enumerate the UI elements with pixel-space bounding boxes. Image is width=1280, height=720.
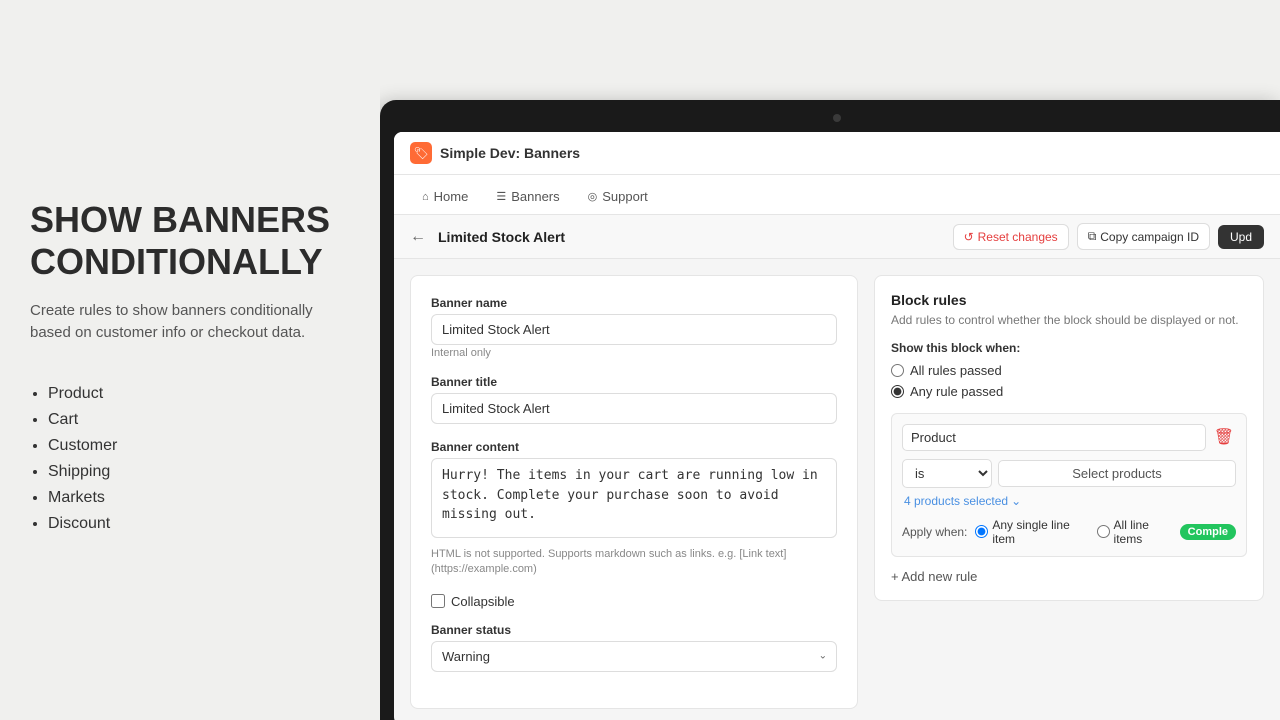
app-title: Simple Dev: Banners [440,145,580,161]
rules-title: Block rules [891,292,1247,308]
any-rule-radio[interactable] [891,385,904,398]
heading: SHOW BANNERS CONDITIONALLY [30,199,350,282]
banner-status-select-wrap: Warning Info Success Error ⌄ [431,641,837,672]
rules-card: Block rules Add rules to control whether… [874,275,1264,601]
support-icon: ◎ [588,190,598,203]
all-rules-radio[interactable] [891,364,904,377]
chevron-down-icon: ⌄ [1011,494,1021,508]
add-rule-button[interactable]: + Add new rule [891,569,977,584]
banner-content-input[interactable]: Hurry! The items in your cart are runnin… [431,458,837,538]
copy-icon: ⧉ [1088,229,1097,244]
complete-badge: Comple [1180,524,1236,540]
right-panel: 🏷 Simple Dev: Banners ⌂ Home ☰ Banners ◎… [380,0,1280,720]
home-icon: ⌂ [422,191,429,203]
rule-type-select[interactable]: Product Cart Customer Shipping Markets D… [902,424,1206,451]
app-content: Banner name Internal only Banner title B… [394,259,1280,720]
select-products-button[interactable]: Select products [998,460,1236,487]
app-topbar: 🏷 Simple Dev: Banners [394,132,1280,175]
rules-panel: Block rules Add rules to control whether… [874,275,1264,709]
apply-when-row: Apply when: Any single line item All lin… [902,518,1236,546]
apply-single-radio[interactable] [975,525,988,538]
show-when-radio-group: All rules passed Any rule passed [891,363,1247,399]
list-item-discount: Discount [48,515,350,533]
list-item-product: Product [48,385,350,403]
reset-button[interactable]: ↺ Reset changes [953,224,1069,250]
left-panel: SHOW BANNERS CONDITIONALLY Create rules … [0,0,380,720]
banner-status-group: Banner status Warning Info Success Error… [431,623,837,672]
apply-all-items: All line items [1097,518,1172,546]
products-selected-link[interactable]: 4 products selected ⌄ [902,494,1236,508]
banner-content-group: Banner content Hurry! The items in your … [431,440,837,578]
rule-condition-block: Product Cart Customer Shipping Markets D… [891,413,1247,557]
update-button[interactable]: Upd [1218,225,1264,249]
tablet-frame: 🏷 Simple Dev: Banners ⌂ Home ☰ Banners ◎… [380,100,1280,720]
banner-status-label: Banner status [431,623,837,637]
form-panel: Banner name Internal only Banner title B… [410,275,858,709]
rule-operator-row: is is not Select products [902,459,1236,488]
banner-status-select[interactable]: Warning Info Success Error [431,641,837,672]
reset-icon: ↺ [964,230,974,244]
list-item-customer: Customer [48,437,350,455]
rule-type-row: Product Cart Customer Shipping Markets D… [902,424,1236,451]
camera-dot [833,114,841,122]
nav-support[interactable]: ◎ Support [576,183,660,214]
operator-select[interactable]: is is not [902,459,992,488]
all-rules-label: All rules passed [910,363,1002,378]
nav-banners[interactable]: ☰ Banners [484,183,571,214]
list-item-markets: Markets [48,489,350,507]
app-toolbar: ← Limited Stock Alert ↺ Reset changes ⧉ … [394,215,1280,259]
tablet-inner: 🏷 Simple Dev: Banners ⌂ Home ☰ Banners ◎… [394,132,1280,720]
any-rule-label: Any rule passed [910,384,1003,399]
banners-icon: ☰ [496,190,506,203]
banner-title-group: Banner title [431,375,837,424]
copy-campaign-button[interactable]: ⧉ Copy campaign ID [1077,223,1210,250]
delete-rule-button[interactable]: 🗑 [1212,427,1236,447]
apply-single-item: Any single line item [975,518,1082,546]
description: Create rules to show banners conditional… [30,300,350,345]
banner-title-label: Banner title [431,375,837,389]
banner-content-label: Banner content [431,440,837,454]
banner-content-hint: HTML is not supported. Supports markdown… [431,547,837,578]
banner-name-hint: Internal only [431,347,837,359]
apply-radio-group: Any single line item All line items [975,518,1171,546]
collapsible-label: Collapsible [451,594,515,609]
apply-when-label: Apply when: [902,525,967,539]
radio-all-rules: All rules passed [891,363,1247,378]
rules-desc: Add rules to control whether the block s… [891,312,1247,329]
collapsible-checkbox[interactable] [431,594,445,608]
banner-name-label: Banner name [431,296,837,310]
collapsible-row: Collapsible [431,594,837,609]
radio-any-rule: Any rule passed [891,384,1247,399]
app-icon: 🏷 [410,142,432,164]
apply-all-radio[interactable] [1097,525,1110,538]
banner-name-input[interactable] [431,314,837,345]
list-item-shipping: Shipping [48,463,350,481]
feature-list: Product Cart Customer Shipping Markets D… [30,385,350,541]
show-when-label: Show this block when: [891,341,1247,355]
app-nav: ⌂ Home ☰ Banners ◎ Support [394,175,1280,215]
nav-home[interactable]: ⌂ Home [410,183,480,214]
banner-name-group: Banner name Internal only [431,296,837,359]
list-item-cart: Cart [48,411,350,429]
banner-title-input[interactable] [431,393,837,424]
back-button[interactable]: ← [410,228,426,246]
page-title: Limited Stock Alert [438,229,945,245]
